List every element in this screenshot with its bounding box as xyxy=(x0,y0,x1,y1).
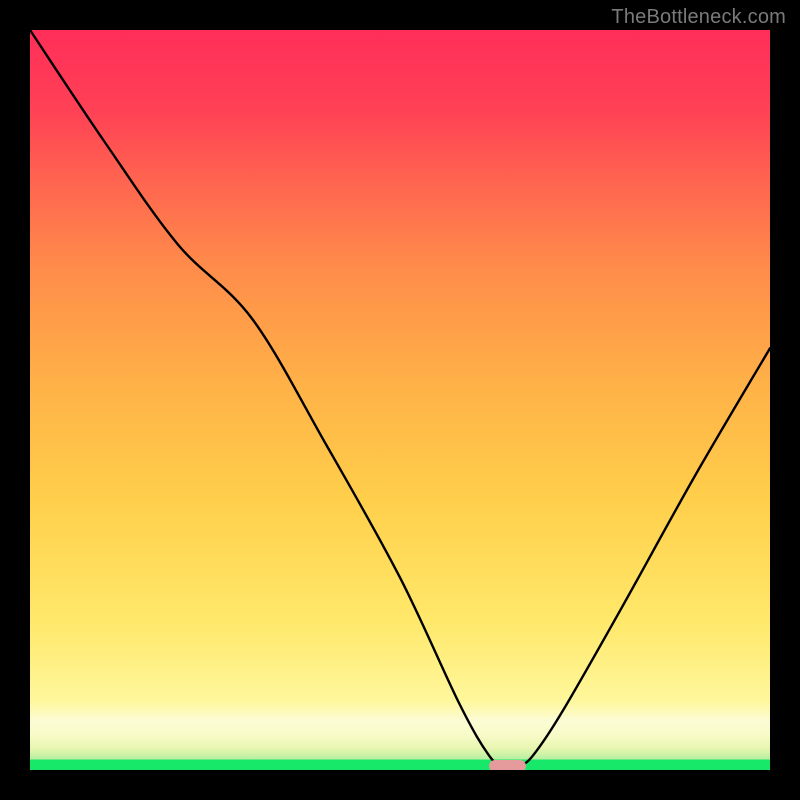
bottleneck-curve xyxy=(30,30,770,770)
plot-area xyxy=(30,30,770,770)
optimal-marker xyxy=(489,760,526,770)
watermark-text: TheBottleneck.com xyxy=(611,6,786,29)
chart-frame: TheBottleneck.com xyxy=(0,0,800,800)
